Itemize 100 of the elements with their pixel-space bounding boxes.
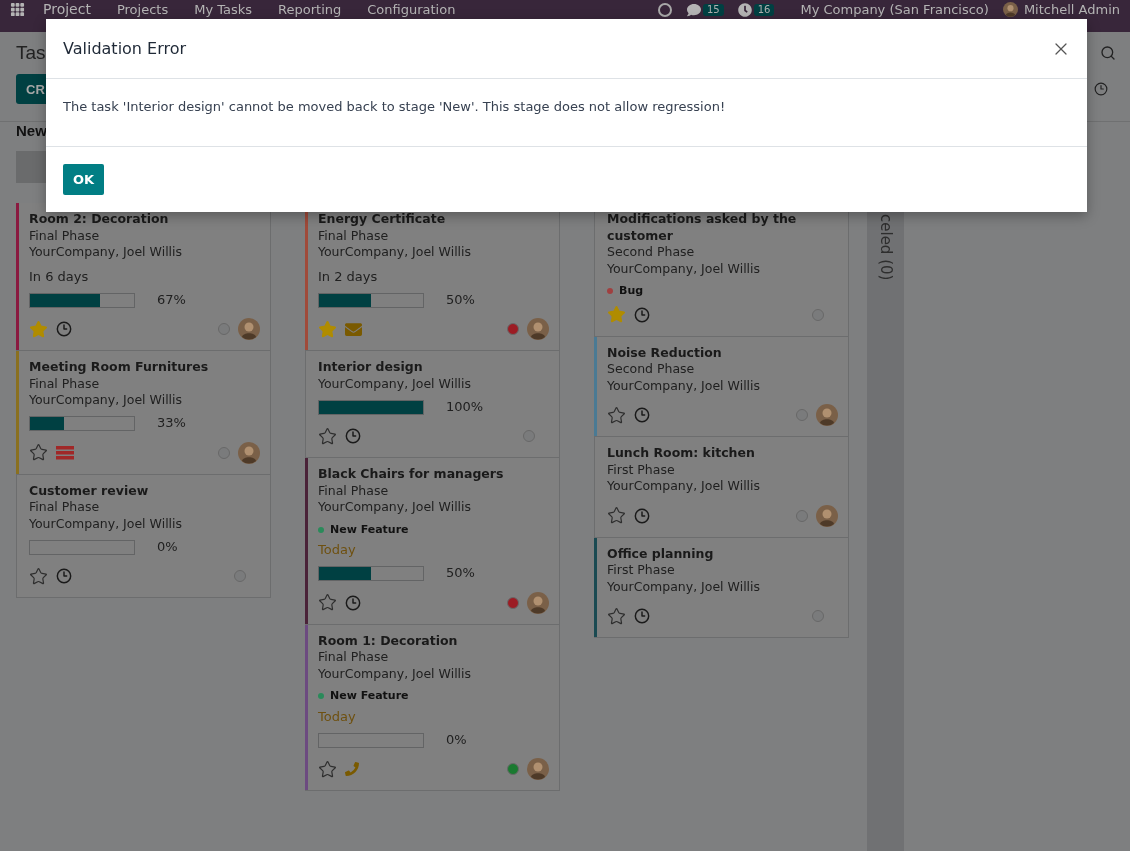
clock-icon[interactable] (634, 608, 650, 624)
star-icon[interactable] (29, 566, 48, 586)
task-phase: Final Phase (318, 482, 390, 499)
task-card[interactable]: Room 1: Decoration Final Phase YourCompany, Joel Willis New Feature Today 0% (305, 624, 560, 791)
column-title: New (16, 122, 47, 139)
status-dot[interactable] (507, 763, 519, 775)
task-customer: YourCompany, Joel Willis (318, 244, 473, 261)
ok-button[interactable]: OK (63, 164, 105, 195)
task-customer: YourCompany, Joel Willis (607, 260, 762, 277)
task-title: Lunch Room: kitchen (607, 445, 756, 462)
menu-item[interactable]: Reporting (278, 2, 342, 17)
task-phase: Final Phase (29, 499, 101, 516)
menu-item[interactable]: Configuration (367, 2, 456, 17)
clock-icon[interactable] (737, 2, 752, 17)
task-title: Modifications asked by the customer (607, 211, 798, 244)
task-customer: YourCompany, Joel Willis (318, 499, 473, 516)
dialog-title: Validation Error (63, 39, 187, 58)
clock-icon[interactable] (634, 306, 650, 323)
error-message: The task 'Interior design' cannot be moved back to stage 'New'. This stage does not allow regression! (63, 99, 726, 114)
task-phase: First Phase (607, 562, 676, 579)
menu-item[interactable]: Projects (116, 2, 169, 17)
star-icon[interactable] (607, 606, 626, 626)
task-customer: YourCompany, Joel Willis (607, 578, 762, 595)
progress-percent: 0% (446, 731, 467, 749)
task-title: Customer review (29, 482, 150, 499)
progress-percent: 0% (157, 538, 178, 556)
task-card[interactable]: Customer review Final Phase YourCompany, Joel Willis 0% (16, 474, 271, 598)
star-icon[interactable] (607, 405, 626, 425)
clock-icon[interactable] (345, 594, 361, 611)
task-customer: YourCompany, Joel Willis (607, 377, 762, 394)
task-title: Room 1: Decoration (318, 632, 459, 649)
clock-icon[interactable] (634, 407, 650, 423)
task-phase: Final Phase (318, 227, 390, 244)
progress-percent: 50% (446, 291, 475, 309)
list-icon[interactable] (56, 445, 74, 460)
task-customer: YourCompany, Joel Willis (318, 375, 473, 392)
task-card[interactable]: Noise Reduction Second Phase YourCompany, Joel Willis (594, 336, 849, 437)
tag-label: New Feature (330, 521, 409, 538)
task-card[interactable]: Interior design YourCompany, Joel Willis 100% (305, 351, 560, 458)
task-customer: YourCompany, Joel Willis (318, 665, 473, 682)
task-card[interactable]: Lunch Room: kitchen First Phase YourCompany, Joel Willis (594, 437, 849, 538)
folded-column-title: celed (0) (876, 214, 895, 281)
task-title: Office planning (607, 545, 715, 562)
clock-icon[interactable] (345, 428, 361, 444)
task-card[interactable]: Black Chairs for managers Final Phase YourCompany, Joel Willis New Feature Today 50% (305, 458, 560, 625)
progress-percent: 50% (446, 565, 475, 582)
user-name[interactable]: Mitchell Admin (1023, 2, 1120, 17)
task-customer: YourCompany, Joel Willis (29, 392, 184, 409)
task-customer: YourCompany, Joel Willis (29, 515, 184, 532)
progress-percent: 67% (157, 291, 186, 309)
search-icon[interactable] (1100, 45, 1116, 61)
task-title: Energy Certificate (318, 211, 447, 228)
task-title: Interior design (318, 359, 424, 376)
app-name[interactable]: Project (43, 2, 91, 17)
clock-icon[interactable] (56, 568, 72, 584)
menu-item[interactable]: My Tasks (194, 2, 253, 17)
task-customer: YourCompany, Joel Willis (607, 478, 762, 495)
task-card[interactable]: Office planning First Phase YourCompany, Joel Willis (594, 537, 849, 638)
progress-percent: 100% (446, 398, 484, 416)
star-icon[interactable] (29, 319, 48, 339)
clock-icon[interactable] (1094, 82, 1108, 96)
deadline-text: In 6 days (29, 268, 90, 285)
task-customer: YourCompany, Joel Willis (29, 244, 184, 261)
task-phase: Second Phase (607, 361, 696, 378)
star-icon[interactable] (318, 319, 337, 339)
task-card[interactable]: Room 2: Decoration Final Phase YourCompany, Joel Willis In 6 days 67% (16, 203, 271, 351)
task-phase: Final Phase (318, 649, 390, 666)
task-phase: First Phase (607, 461, 676, 478)
clock-icon[interactable] (56, 321, 72, 337)
task-card[interactable]: Meeting Room Furnitures Final Phase YourCompany, Joel Willis 33% (16, 351, 271, 475)
task-title: Noise Reduction (607, 344, 723, 361)
avatar (1002, 2, 1018, 17)
chat-icon[interactable] (686, 2, 701, 17)
clock-icon[interactable] (634, 507, 650, 524)
company-name[interactable]: My Company (San Francisco) (800, 2, 989, 17)
star-icon[interactable] (318, 426, 337, 446)
star-icon[interactable] (318, 759, 337, 779)
tag-label: New Feature (330, 688, 409, 704)
status-dot[interactable] (507, 596, 519, 609)
star-icon[interactable] (29, 443, 48, 462)
tag-label: Bug (619, 283, 644, 299)
star-icon[interactable] (318, 593, 337, 612)
deadline-text: In 2 days (318, 268, 379, 285)
task-phase: Second Phase (607, 244, 696, 261)
task-title: Black Chairs for managers (318, 466, 505, 483)
message-count-badge: 15 (702, 3, 724, 16)
deadline-text: Today (318, 708, 357, 725)
status-dot[interactable] (507, 323, 519, 335)
task-title: Meeting Room Furnitures (29, 359, 210, 376)
star-icon[interactable] (607, 305, 626, 324)
page-title: Tas (16, 42, 46, 64)
apps-menu-icon[interactable] (10, 2, 25, 17)
deadline-text: Today (318, 542, 357, 559)
task-phase: Final Phase (29, 375, 101, 392)
task-phase: Final Phase (29, 227, 101, 244)
task-title: Room 2: Decoration (29, 211, 170, 228)
circle-icon[interactable] (656, 1, 673, 18)
star-icon[interactable] (607, 506, 626, 525)
progress-percent: 33% (157, 415, 186, 432)
activity-count-badge: 16 (753, 3, 775, 16)
